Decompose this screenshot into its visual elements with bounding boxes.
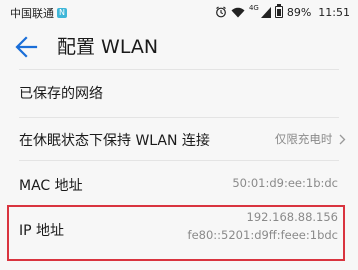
status-icons: 4G 89% 11:51 bbox=[215, 4, 350, 20]
signal-icon bbox=[260, 6, 271, 18]
ip-address-ipv4: 192.168.88.156 bbox=[246, 210, 338, 224]
chevron-right-icon bbox=[339, 134, 346, 148]
back-arrow-icon[interactable] bbox=[14, 36, 38, 58]
network-type: 4G bbox=[248, 4, 259, 12]
battery-percent: 89% bbox=[286, 5, 312, 19]
ip-address-ipv6: fe80::5201:d9ff:feee:1bdc bbox=[187, 228, 338, 242]
wifi-icon bbox=[231, 7, 245, 18]
keep-wlan-on-sleep-value: 仅限充电时 bbox=[275, 131, 346, 148]
battery-fill bbox=[276, 9, 281, 16]
ip-address-row: IP 地址 192.168.88.156 fe80::5201:d9ff:fee… bbox=[0, 206, 358, 261]
page-title: 配置 WLAN bbox=[57, 36, 159, 58]
saved-networks-row[interactable]: 已保存的网络 bbox=[0, 68, 358, 118]
carrier: 中国联通 N bbox=[10, 5, 67, 21]
keep-wlan-on-sleep-row[interactable]: 在休眠状态下保持 WLAN 连接 仅限充电时 bbox=[0, 118, 358, 160]
carrier-badge-icon: N bbox=[57, 8, 67, 18]
keep-wlan-on-sleep-value-text: 仅限充电时 bbox=[274, 132, 333, 146]
battery-icon bbox=[274, 4, 283, 18]
clock-time: 11:51 bbox=[318, 5, 350, 19]
saved-networks-label: 已保存的网络 bbox=[19, 86, 103, 102]
alarm-clock-icon bbox=[215, 6, 227, 18]
ip-address-label: IP 地址 bbox=[19, 223, 65, 239]
mac-address-value: 50:01:d9:ee:1b:dc bbox=[232, 176, 338, 190]
status-bar: 中国联通 N 4G 89% 11:51 bbox=[0, 0, 358, 26]
carrier-name: 中国联通 bbox=[10, 7, 54, 20]
keep-wlan-on-sleep-label: 在休眠状态下保持 WLAN 连接 bbox=[19, 133, 210, 149]
title-bar: 配置 WLAN bbox=[0, 26, 358, 68]
mac-address-label: MAC 地址 bbox=[19, 178, 83, 194]
mac-address-row: MAC 地址 50:01:d9:ee:1b:dc bbox=[0, 161, 358, 205]
